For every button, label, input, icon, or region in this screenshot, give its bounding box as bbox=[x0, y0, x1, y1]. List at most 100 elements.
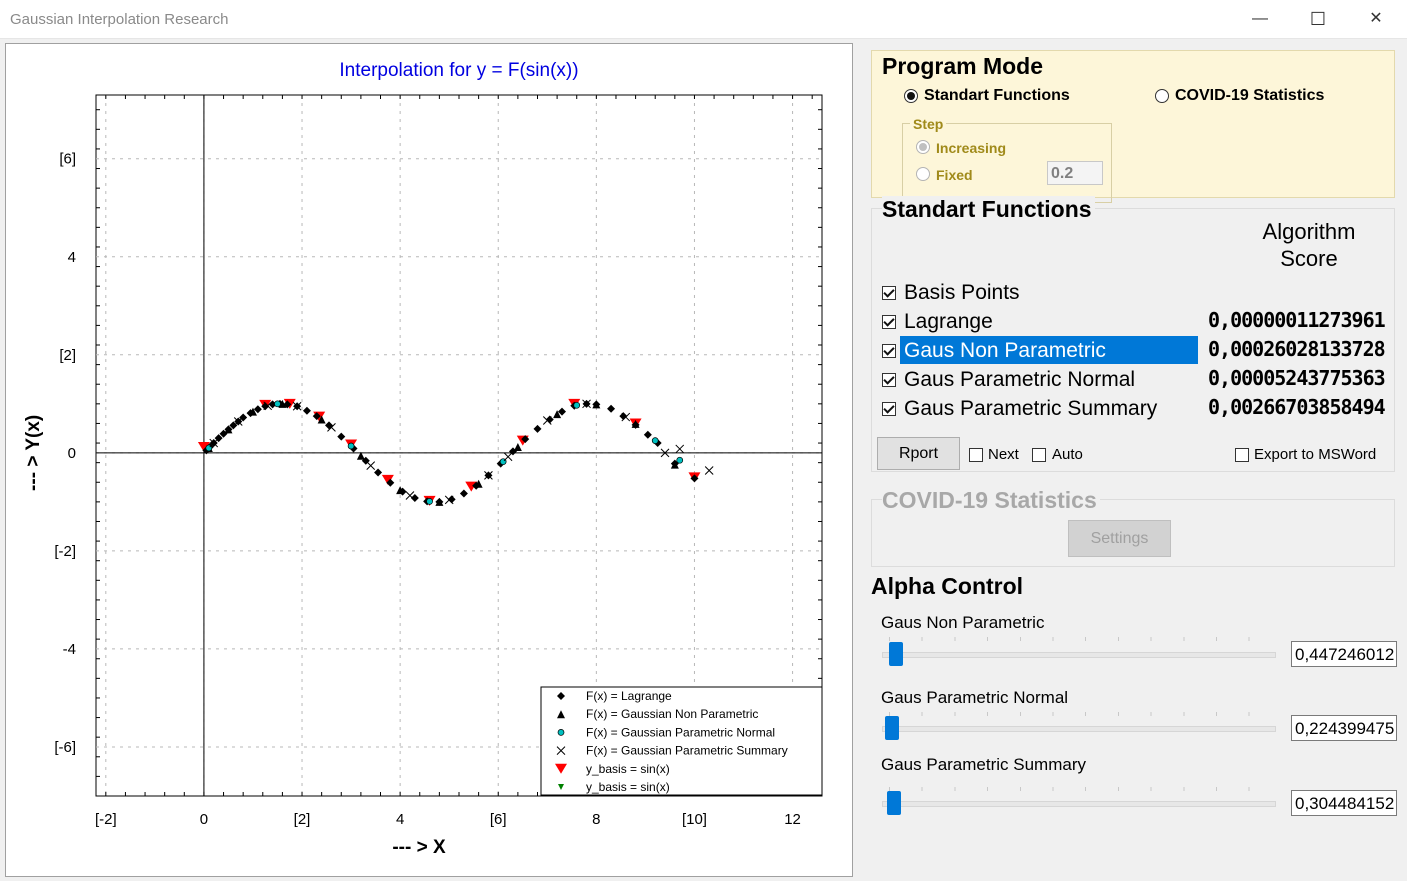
lagrange-label[interactable]: Lagrange bbox=[904, 310, 993, 334]
legend-label: y_basis = sin(x) bbox=[586, 780, 670, 794]
basis-points-label[interactable]: Basis Points bbox=[904, 281, 1020, 305]
x-tick-label: 4 bbox=[396, 811, 404, 828]
slider-ticks bbox=[889, 712, 1276, 716]
data-point bbox=[651, 437, 659, 444]
auto-checkbox[interactable] bbox=[1032, 448, 1046, 462]
step-title: Step bbox=[910, 116, 947, 132]
interpolation-chart: Interpolation for y = F(sin(x)) [-2] 0 [2] 4… bbox=[23, 60, 823, 858]
standart-functions-label[interactable]: Standart Functions bbox=[924, 87, 1070, 105]
maximize-button[interactable]: ☐ bbox=[1289, 0, 1347, 38]
alpha-parametric-normal-slider[interactable] bbox=[882, 726, 1276, 732]
fixed-radio[interactable] bbox=[916, 167, 930, 181]
control-panel: Program Mode Standart Functions COVID-19… bbox=[858, 40, 1407, 881]
data-point bbox=[337, 432, 346, 441]
alpha-non-parametric-thumb[interactable] bbox=[889, 642, 903, 666]
close-button[interactable]: ✕ bbox=[1347, 0, 1405, 38]
y-tick-label: 0 bbox=[68, 445, 76, 462]
gaus-parametric-normal-checkbox[interactable] bbox=[882, 373, 896, 387]
y-tick-label: [-6] bbox=[54, 739, 76, 756]
covid-statistics-heading: COVID-19 Statistics bbox=[882, 487, 1100, 514]
data-point bbox=[459, 489, 468, 498]
increasing-radio[interactable] bbox=[916, 140, 930, 154]
data-point bbox=[513, 442, 522, 451]
alpha-parametric-summary-thumb[interactable] bbox=[887, 791, 901, 815]
covid-statistics-radio[interactable] bbox=[1155, 89, 1169, 103]
data-point bbox=[704, 466, 714, 475]
standart-functions-radio[interactable] bbox=[904, 89, 918, 103]
lagrange-score: 0,00000011273961 bbox=[1208, 308, 1386, 332]
x-tick-label: [6] bbox=[490, 811, 507, 828]
x-tick-label: [2] bbox=[294, 811, 311, 828]
gaus-non-parametric-checkbox[interactable] bbox=[882, 344, 896, 358]
next-checkbox[interactable] bbox=[969, 448, 983, 462]
gaus-non-parametric-label[interactable]: Gaus Non Parametric bbox=[904, 339, 1106, 363]
chart-panel: Interpolation for y = F(sin(x)) [-2] 0 [2] 4… bbox=[5, 43, 853, 877]
gaus-non-parametric-score: 0,00026028133728 bbox=[1208, 337, 1386, 361]
x-tick-label: [10] bbox=[682, 811, 707, 828]
x-tick-label: [-2] bbox=[95, 811, 117, 828]
fixed-label[interactable]: Fixed bbox=[936, 167, 973, 183]
data-point bbox=[374, 468, 383, 477]
covid-statistics-label[interactable]: COVID-19 Statistics bbox=[1175, 87, 1324, 105]
program-mode-group: Program Mode Standart Functions COVID-19… bbox=[871, 50, 1395, 203]
increasing-label[interactable]: Increasing bbox=[936, 140, 1006, 156]
data-point bbox=[405, 491, 415, 500]
legend-label: F(x) = Gaussian Non Parametric bbox=[586, 707, 758, 721]
slider-ticks bbox=[889, 787, 1276, 791]
report-button[interactable]: Rport bbox=[877, 437, 960, 470]
legend-label: F(x) = Lagrange bbox=[586, 689, 672, 703]
legend-label: F(x) = Gaussian Parametric Normal bbox=[586, 725, 775, 739]
data-point bbox=[573, 401, 581, 409]
gaus-parametric-summary-label[interactable]: Gaus Parametric Summary bbox=[904, 397, 1157, 421]
chart-title: Interpolation for y = F(sin(x)) bbox=[339, 60, 578, 81]
gaus-parametric-summary-score: 0,00266703858494 bbox=[1208, 395, 1386, 419]
export-msword-checkbox[interactable] bbox=[1235, 448, 1249, 462]
slider-ticks bbox=[889, 637, 1276, 641]
alpha-parametric-normal-thumb[interactable] bbox=[885, 716, 899, 740]
minimize-button[interactable]: — bbox=[1231, 0, 1289, 38]
data-point bbox=[675, 444, 685, 454]
data-point bbox=[607, 404, 616, 413]
next-label[interactable]: Next bbox=[988, 446, 1019, 463]
data-point bbox=[643, 430, 652, 439]
legend-box bbox=[540, 686, 823, 796]
data-point bbox=[274, 400, 281, 408]
legend-marker bbox=[557, 729, 565, 736]
data-point bbox=[533, 424, 542, 433]
auto-label[interactable]: Auto bbox=[1052, 446, 1083, 463]
data-point bbox=[302, 406, 311, 415]
lagrange-checkbox[interactable] bbox=[882, 315, 896, 329]
data-point bbox=[676, 456, 684, 464]
x-tick-label: 8 bbox=[592, 811, 600, 828]
alpha-parametric-summary-slider[interactable] bbox=[882, 801, 1276, 807]
export-msword-label[interactable]: Export to MSWord bbox=[1254, 446, 1376, 463]
alpha-parametric-summary-value[interactable]: 0,304484152 bbox=[1291, 790, 1397, 816]
alpha-non-parametric-slider[interactable] bbox=[882, 652, 1276, 658]
alpha-non-parametric-value[interactable]: 0,447246012 bbox=[1291, 641, 1397, 667]
settings-button[interactable]: Settings bbox=[1068, 520, 1171, 557]
window-title: Gaussian Interpolation Research bbox=[10, 11, 229, 28]
legend-label: F(x) = Gaussian Parametric Summary bbox=[586, 744, 788, 758]
alpha-non-parametric-label: Gaus Non Parametric bbox=[881, 613, 1045, 632]
x-tick-label: 12 bbox=[784, 811, 801, 828]
alpha-parametric-summary-label: Gaus Parametric Summary bbox=[881, 755, 1086, 774]
y-tick-label: 4 bbox=[68, 249, 76, 266]
y-tick-label: [-2] bbox=[54, 543, 76, 560]
basis-points-checkbox[interactable] bbox=[882, 286, 896, 300]
gaus-parametric-normal-label[interactable]: Gaus Parametric Normal bbox=[904, 368, 1135, 392]
data-point bbox=[503, 452, 513, 462]
program-mode-heading: Program Mode bbox=[882, 53, 1044, 79]
x-tick-label: 0 bbox=[200, 811, 208, 828]
y-tick-label: [6] bbox=[59, 151, 76, 168]
y-tick-label: -4 bbox=[63, 641, 76, 658]
standart-functions-heading: Standart Functions bbox=[882, 196, 1095, 223]
data-point bbox=[426, 498, 433, 505]
algorithm-score-header: Algorithm Score bbox=[1262, 219, 1356, 271]
y-axis-label: --- > Y(x) bbox=[23, 415, 44, 491]
step-value-input[interactable]: 0.2 bbox=[1047, 161, 1103, 185]
data-point bbox=[347, 442, 355, 450]
alpha-parametric-normal-value[interactable]: 0,224399475 bbox=[1291, 715, 1397, 741]
gaus-parametric-summary-checkbox[interactable] bbox=[882, 402, 896, 416]
alpha-parametric-normal-label: Gaus Parametric Normal bbox=[881, 688, 1069, 707]
x-axis-label: --- > X bbox=[392, 837, 446, 858]
